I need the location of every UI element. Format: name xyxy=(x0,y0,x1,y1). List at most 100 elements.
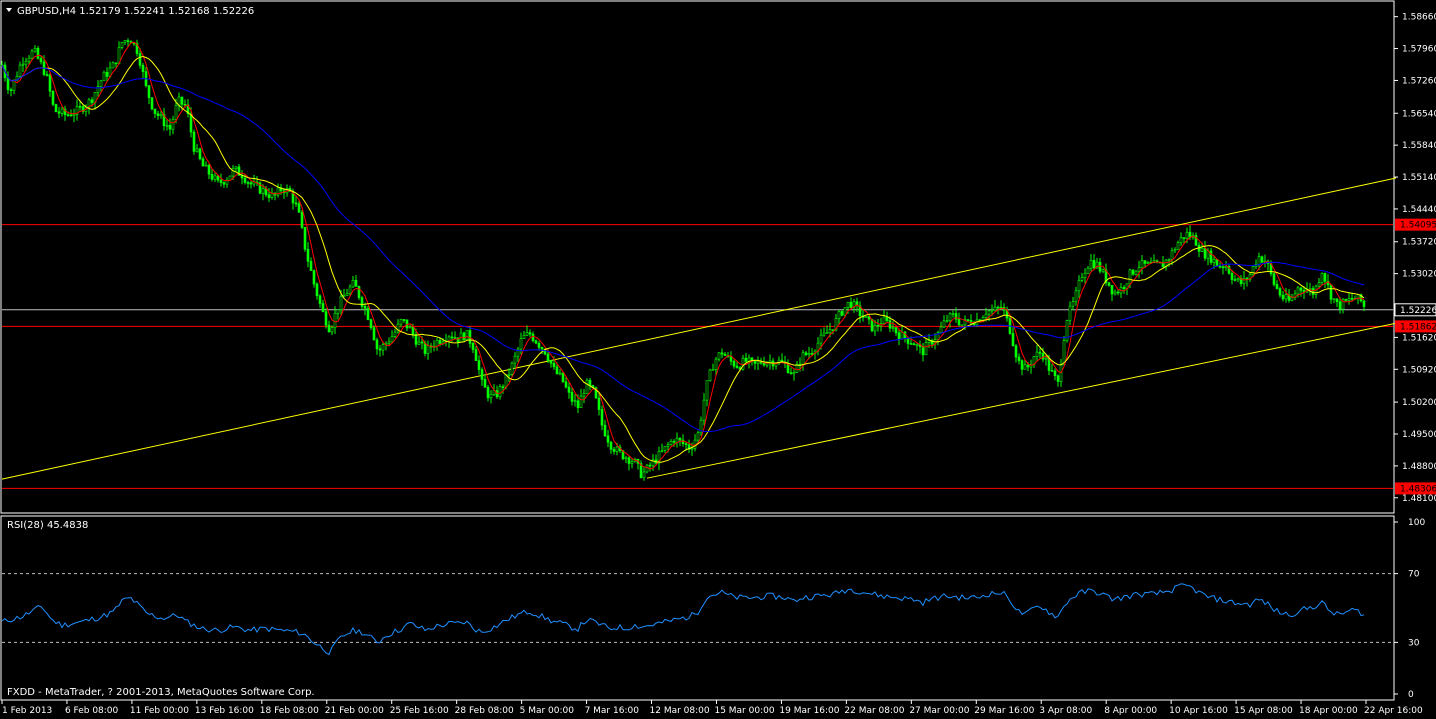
candle-body xyxy=(480,369,484,380)
time-tick-label: 18 Feb 08:00 xyxy=(260,706,319,716)
candle-body xyxy=(366,308,370,320)
candle-body xyxy=(201,158,205,167)
candle-body xyxy=(840,311,844,316)
price-tick-label: 1.51620 xyxy=(1402,333,1436,343)
candle-body xyxy=(192,131,196,152)
candle-body xyxy=(39,58,43,63)
candle-body xyxy=(1086,267,1090,274)
candle-body xyxy=(582,393,586,397)
candle-body xyxy=(888,320,892,329)
candle-body xyxy=(171,119,175,130)
candle-body xyxy=(690,447,694,450)
candle-body xyxy=(1242,277,1246,285)
candle-body xyxy=(819,334,823,344)
candle-body xyxy=(483,379,487,388)
level-price-label: 1.48306 xyxy=(1395,482,1436,495)
candle-body xyxy=(420,341,424,344)
time-tick-label: 25 Feb 16:00 xyxy=(390,706,449,716)
candle-body xyxy=(831,329,835,331)
candle-body xyxy=(1272,273,1276,285)
candle-body xyxy=(138,53,142,66)
candle-body xyxy=(1350,297,1354,300)
candle-body xyxy=(363,306,367,309)
candle-body xyxy=(54,104,58,113)
candle-body xyxy=(405,319,409,329)
candle xyxy=(864,316,868,318)
candle-body xyxy=(894,327,898,334)
candle-body xyxy=(987,310,991,315)
time-tick-label: 18 Apr 00:00 xyxy=(1299,706,1358,716)
candle-body xyxy=(528,332,532,335)
candle-body xyxy=(1209,250,1213,263)
candle-body xyxy=(1107,282,1111,286)
candle-body xyxy=(669,440,673,445)
candle-body xyxy=(486,387,490,399)
candle-body xyxy=(462,332,466,341)
price-tick-label: 1.48800 xyxy=(1402,462,1436,472)
candle-body xyxy=(948,313,952,322)
candle-body xyxy=(1071,301,1075,307)
candle-body xyxy=(924,342,928,356)
candle-body xyxy=(1116,291,1120,294)
candle-body xyxy=(519,338,523,350)
candle-body xyxy=(378,348,382,351)
candle xyxy=(465,330,469,341)
candle xyxy=(1062,336,1066,366)
candle xyxy=(357,285,361,300)
candle-body xyxy=(21,63,25,66)
candle-body xyxy=(744,357,748,362)
time-tick-label: 15 Mar 00:00 xyxy=(714,706,774,716)
candle-body xyxy=(1338,301,1342,310)
candle-body xyxy=(822,332,826,336)
candle-body xyxy=(864,316,868,318)
candle-body xyxy=(984,313,988,318)
candle-body xyxy=(1110,285,1114,295)
candle-body xyxy=(702,399,706,421)
level-label-text: 1.54095 xyxy=(1400,221,1436,231)
candle-body xyxy=(711,369,715,371)
candle-body xyxy=(615,446,619,452)
candle-body xyxy=(750,357,754,361)
candle-body xyxy=(30,50,34,59)
candle-body xyxy=(66,114,70,117)
candle xyxy=(1065,319,1069,343)
candle-body xyxy=(1176,242,1180,251)
candle-body xyxy=(723,353,727,356)
candle-body xyxy=(501,386,505,388)
candle-body xyxy=(675,437,679,443)
candle-body xyxy=(1221,266,1225,269)
time-tick-label: 10 Apr 16:00 xyxy=(1169,706,1228,716)
candle-body xyxy=(321,303,325,312)
candle-body xyxy=(1056,375,1060,382)
candle-body xyxy=(324,311,328,326)
candle-body xyxy=(1080,277,1084,281)
candle-body xyxy=(1062,340,1066,366)
bid-price-label: 1.52226 xyxy=(1394,303,1436,317)
time-tick-label: 22 Mar 08:00 xyxy=(844,706,904,716)
candle-body xyxy=(1284,294,1288,300)
price-tick-label: 1.53720 xyxy=(1402,238,1436,248)
candle-body xyxy=(696,432,700,441)
candle-body xyxy=(1332,298,1336,301)
candle-body xyxy=(546,353,550,361)
candle-body xyxy=(873,325,877,332)
candle-body xyxy=(18,64,22,77)
candle-body xyxy=(843,307,847,316)
candle-body xyxy=(375,339,379,350)
candle-body xyxy=(1203,247,1207,259)
candle-body xyxy=(555,366,559,374)
candle-body xyxy=(300,211,304,228)
candle-body xyxy=(36,48,40,59)
candle-body xyxy=(945,320,949,323)
candle-body xyxy=(567,386,571,393)
candle-body xyxy=(6,77,10,90)
time-tick-label: 3 Apr 08:00 xyxy=(1039,706,1092,716)
candle-body xyxy=(552,362,556,368)
candle-body xyxy=(1017,356,1021,361)
candle-body xyxy=(1296,287,1300,295)
candle-body xyxy=(804,352,808,355)
candle-body xyxy=(1053,370,1057,377)
candle-body xyxy=(123,40,127,43)
candle-body xyxy=(576,400,580,409)
candle-body xyxy=(90,99,94,103)
